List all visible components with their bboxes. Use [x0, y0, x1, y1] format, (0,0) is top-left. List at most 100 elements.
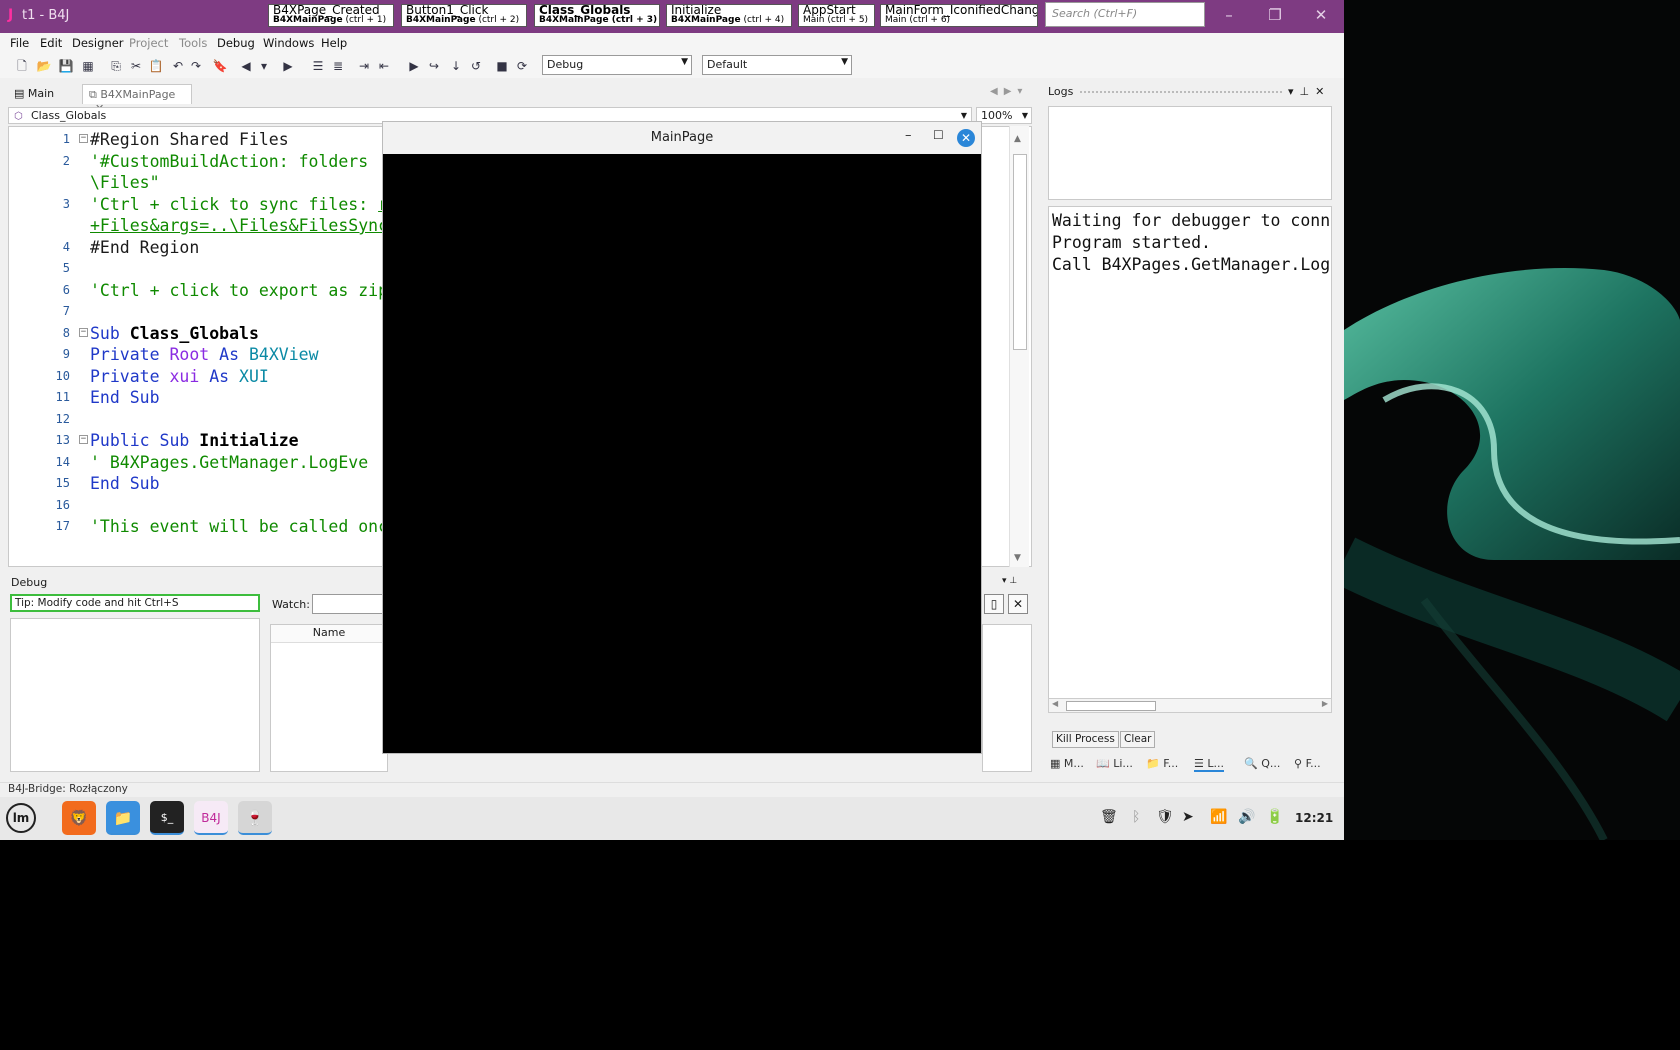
fold-toggle-icon[interactable]: −	[79, 134, 88, 143]
shield-icon[interactable]: 🛡	[1156, 809, 1174, 825]
tab-main[interactable]: ▤ Main	[8, 84, 60, 104]
menu-project[interactable]: Project	[129, 36, 168, 50]
cut-icon[interactable]: ✂	[128, 58, 144, 74]
tab-logs[interactable]: ☰ L...	[1194, 757, 1224, 772]
tab-nav-arrows[interactable]: ◀▶▾	[990, 86, 1028, 97]
stop-icon[interactable]: ■	[494, 58, 510, 74]
jump-tab-initialize[interactable]: Initialize B4XMainPage (ctrl + 4)	[666, 4, 792, 27]
jump-tab-class-globals[interactable]: Class_Globals B4XMainPage (ctrl + 3)	[534, 4, 660, 27]
name-column-header[interactable]: Name	[271, 625, 387, 643]
build-config-select[interactable]: Debug ▼	[542, 55, 692, 75]
clock[interactable]: 12:21	[1295, 811, 1333, 825]
comment-icon[interactable]: ☰	[310, 58, 326, 74]
menu-help[interactable]: Help	[321, 36, 347, 50]
scroll-up-icon[interactable]: ▲	[1014, 134, 1021, 144]
terminal-icon[interactable]: $_	[150, 801, 184, 835]
trash-icon[interactable]: 🗑	[1100, 809, 1118, 825]
menu-file[interactable]: File	[10, 36, 29, 50]
jump-tab-appstart[interactable]: AppStart Main (ctrl + 5)	[798, 4, 875, 27]
file-manager-icon[interactable]: 📁	[106, 801, 140, 835]
log-filter-box[interactable]	[1048, 106, 1332, 200]
wifi-icon[interactable]: 📶	[1210, 809, 1227, 825]
redo-icon[interactable]: ↷	[188, 58, 204, 74]
menu-edit[interactable]: Edit	[40, 36, 62, 50]
panel-pin-icon[interactable]: ▾ ⊥	[1002, 576, 1017, 586]
scroll-left-icon[interactable]: ◀	[1052, 699, 1058, 708]
scroll-right-icon[interactable]: ▶	[1322, 699, 1328, 708]
tab-libraries[interactable]: 📖 Li...	[1096, 757, 1133, 770]
menu-debug[interactable]: Debug	[217, 36, 255, 50]
menu-designer[interactable]: Designer	[72, 36, 124, 50]
close-icon[interactable]: ✕	[957, 129, 975, 147]
scroll-down-icon[interactable]: ▼	[1014, 553, 1021, 563]
start-menu-button[interactable]: lm	[6, 803, 36, 833]
step-in-icon[interactable]: ↓	[448, 58, 464, 74]
clear-button[interactable]: Clear	[1120, 731, 1156, 748]
save-icon[interactable]: 💾	[58, 58, 74, 74]
watch-input[interactable]	[312, 594, 392, 614]
jump-tab-name: Class_Globals	[539, 4, 631, 17]
search-input[interactable]: Search (Ctrl+F)	[1045, 2, 1205, 27]
jump-tab-mainform-iconifiedchanged[interactable]: MainForm_IconifiedChanged Main (ctrl + 6…	[880, 4, 1038, 27]
maximize-icon[interactable]: ☐	[933, 128, 944, 142]
tab-find[interactable]: ⚲ F...	[1294, 757, 1321, 770]
telegram-icon[interactable]: ➤	[1182, 809, 1194, 825]
jump-tab-button1-click[interactable]: Button1_Click B4XMainPage (ctrl + 2)	[401, 4, 527, 27]
brave-browser-icon[interactable]: 🦁	[62, 801, 96, 835]
menu-tools[interactable]: Tools	[179, 36, 207, 50]
copy-icon[interactable]: ⎘	[108, 58, 124, 74]
editor-scrollbar[interactable]: ▲ ▼	[1009, 126, 1029, 567]
scrollbar-thumb[interactable]	[1066, 701, 1156, 711]
volume-icon[interactable]: 🔊	[1238, 809, 1255, 825]
tab-b4xmainpage[interactable]: ⧉ B4XMainPage ✕	[82, 84, 192, 115]
minimize-icon[interactable]: –	[905, 128, 912, 143]
indent-icon[interactable]: ⇥	[356, 58, 372, 74]
outdent-icon[interactable]: ⇤	[376, 58, 392, 74]
open-icon[interactable]: 📂	[36, 58, 52, 74]
kill-process-button[interactable]: Kill Process	[1052, 731, 1119, 748]
bluetooth-icon[interactable]: ᛒ	[1132, 809, 1140, 825]
logs-hscrollbar[interactable]: ◀ ▶	[1048, 698, 1332, 713]
battery-icon[interactable]: 🔋	[1266, 809, 1283, 825]
fold-toggle-icon[interactable]: −	[79, 435, 88, 444]
b4j-taskbar-icon[interactable]: B4J	[194, 801, 228, 835]
watch-table-value-area[interactable]	[982, 624, 1032, 772]
jump-tab-b4xpage-created[interactable]: B4XPage_Created B4XMainPage (ctrl + 1)	[268, 4, 394, 27]
bookmark-icon[interactable]: 🔖	[212, 58, 228, 74]
tab-modules[interactable]: ▦ M...	[1050, 757, 1084, 770]
maximize-button[interactable]: ❐	[1263, 6, 1287, 26]
step-out-icon[interactable]: ↺	[468, 58, 484, 74]
clear-watch-icon[interactable]: ✕	[1008, 594, 1028, 614]
zoom-select[interactable]: 100% ▼	[976, 107, 1032, 124]
debug-tip-field[interactable]: Tip: Modify code and hit Ctrl+S	[10, 594, 260, 612]
build-variant-select[interactable]: Default ▼	[702, 55, 852, 75]
clipboard-icon[interactable]: ▯	[984, 594, 1004, 614]
panel-grip[interactable]	[1080, 91, 1282, 96]
close-button[interactable]: ✕	[1309, 6, 1333, 26]
log-output[interactable]: Waiting for debugger to conn Program sta…	[1048, 206, 1332, 711]
undo-icon[interactable]: ↶	[170, 58, 186, 74]
minimize-button[interactable]: –	[1217, 6, 1241, 26]
back-dropdown-icon[interactable]: ▾	[256, 58, 272, 74]
run-icon[interactable]: ▶	[406, 58, 422, 74]
navigate-forward-icon[interactable]: ▶	[280, 58, 296, 74]
wine-icon[interactable]: 🍷	[238, 801, 272, 835]
paste-icon[interactable]: 📋	[148, 58, 164, 74]
save-all-icon[interactable]: ▦	[80, 58, 96, 74]
tab-quick-search[interactable]: 🔍 Q...	[1244, 757, 1280, 770]
code-text: Public Sub Initialize	[90, 429, 299, 452]
menu-windows[interactable]: Windows	[263, 36, 314, 50]
debug-stack-list[interactable]	[10, 618, 260, 772]
panel-controls[interactable]: ▾⊥✕	[1288, 85, 1330, 98]
scrollbar-thumb[interactable]	[1013, 154, 1027, 350]
mainpage-app-window[interactable]: MainPage – ☐ ✕	[382, 121, 982, 754]
new-file-icon[interactable]: 🗋	[14, 58, 30, 74]
line-number: 4	[62, 239, 70, 254]
navigate-back-icon[interactable]: ◀	[238, 58, 254, 74]
uncomment-icon[interactable]: ≣	[330, 58, 346, 74]
step-over-icon[interactable]: ↪	[426, 58, 442, 74]
watch-table[interactable]: Name	[270, 624, 388, 772]
fold-toggle-icon[interactable]: −	[79, 327, 88, 337]
tab-files[interactable]: 📁 F...	[1146, 757, 1178, 770]
restart-icon[interactable]: ⟳	[514, 58, 530, 74]
